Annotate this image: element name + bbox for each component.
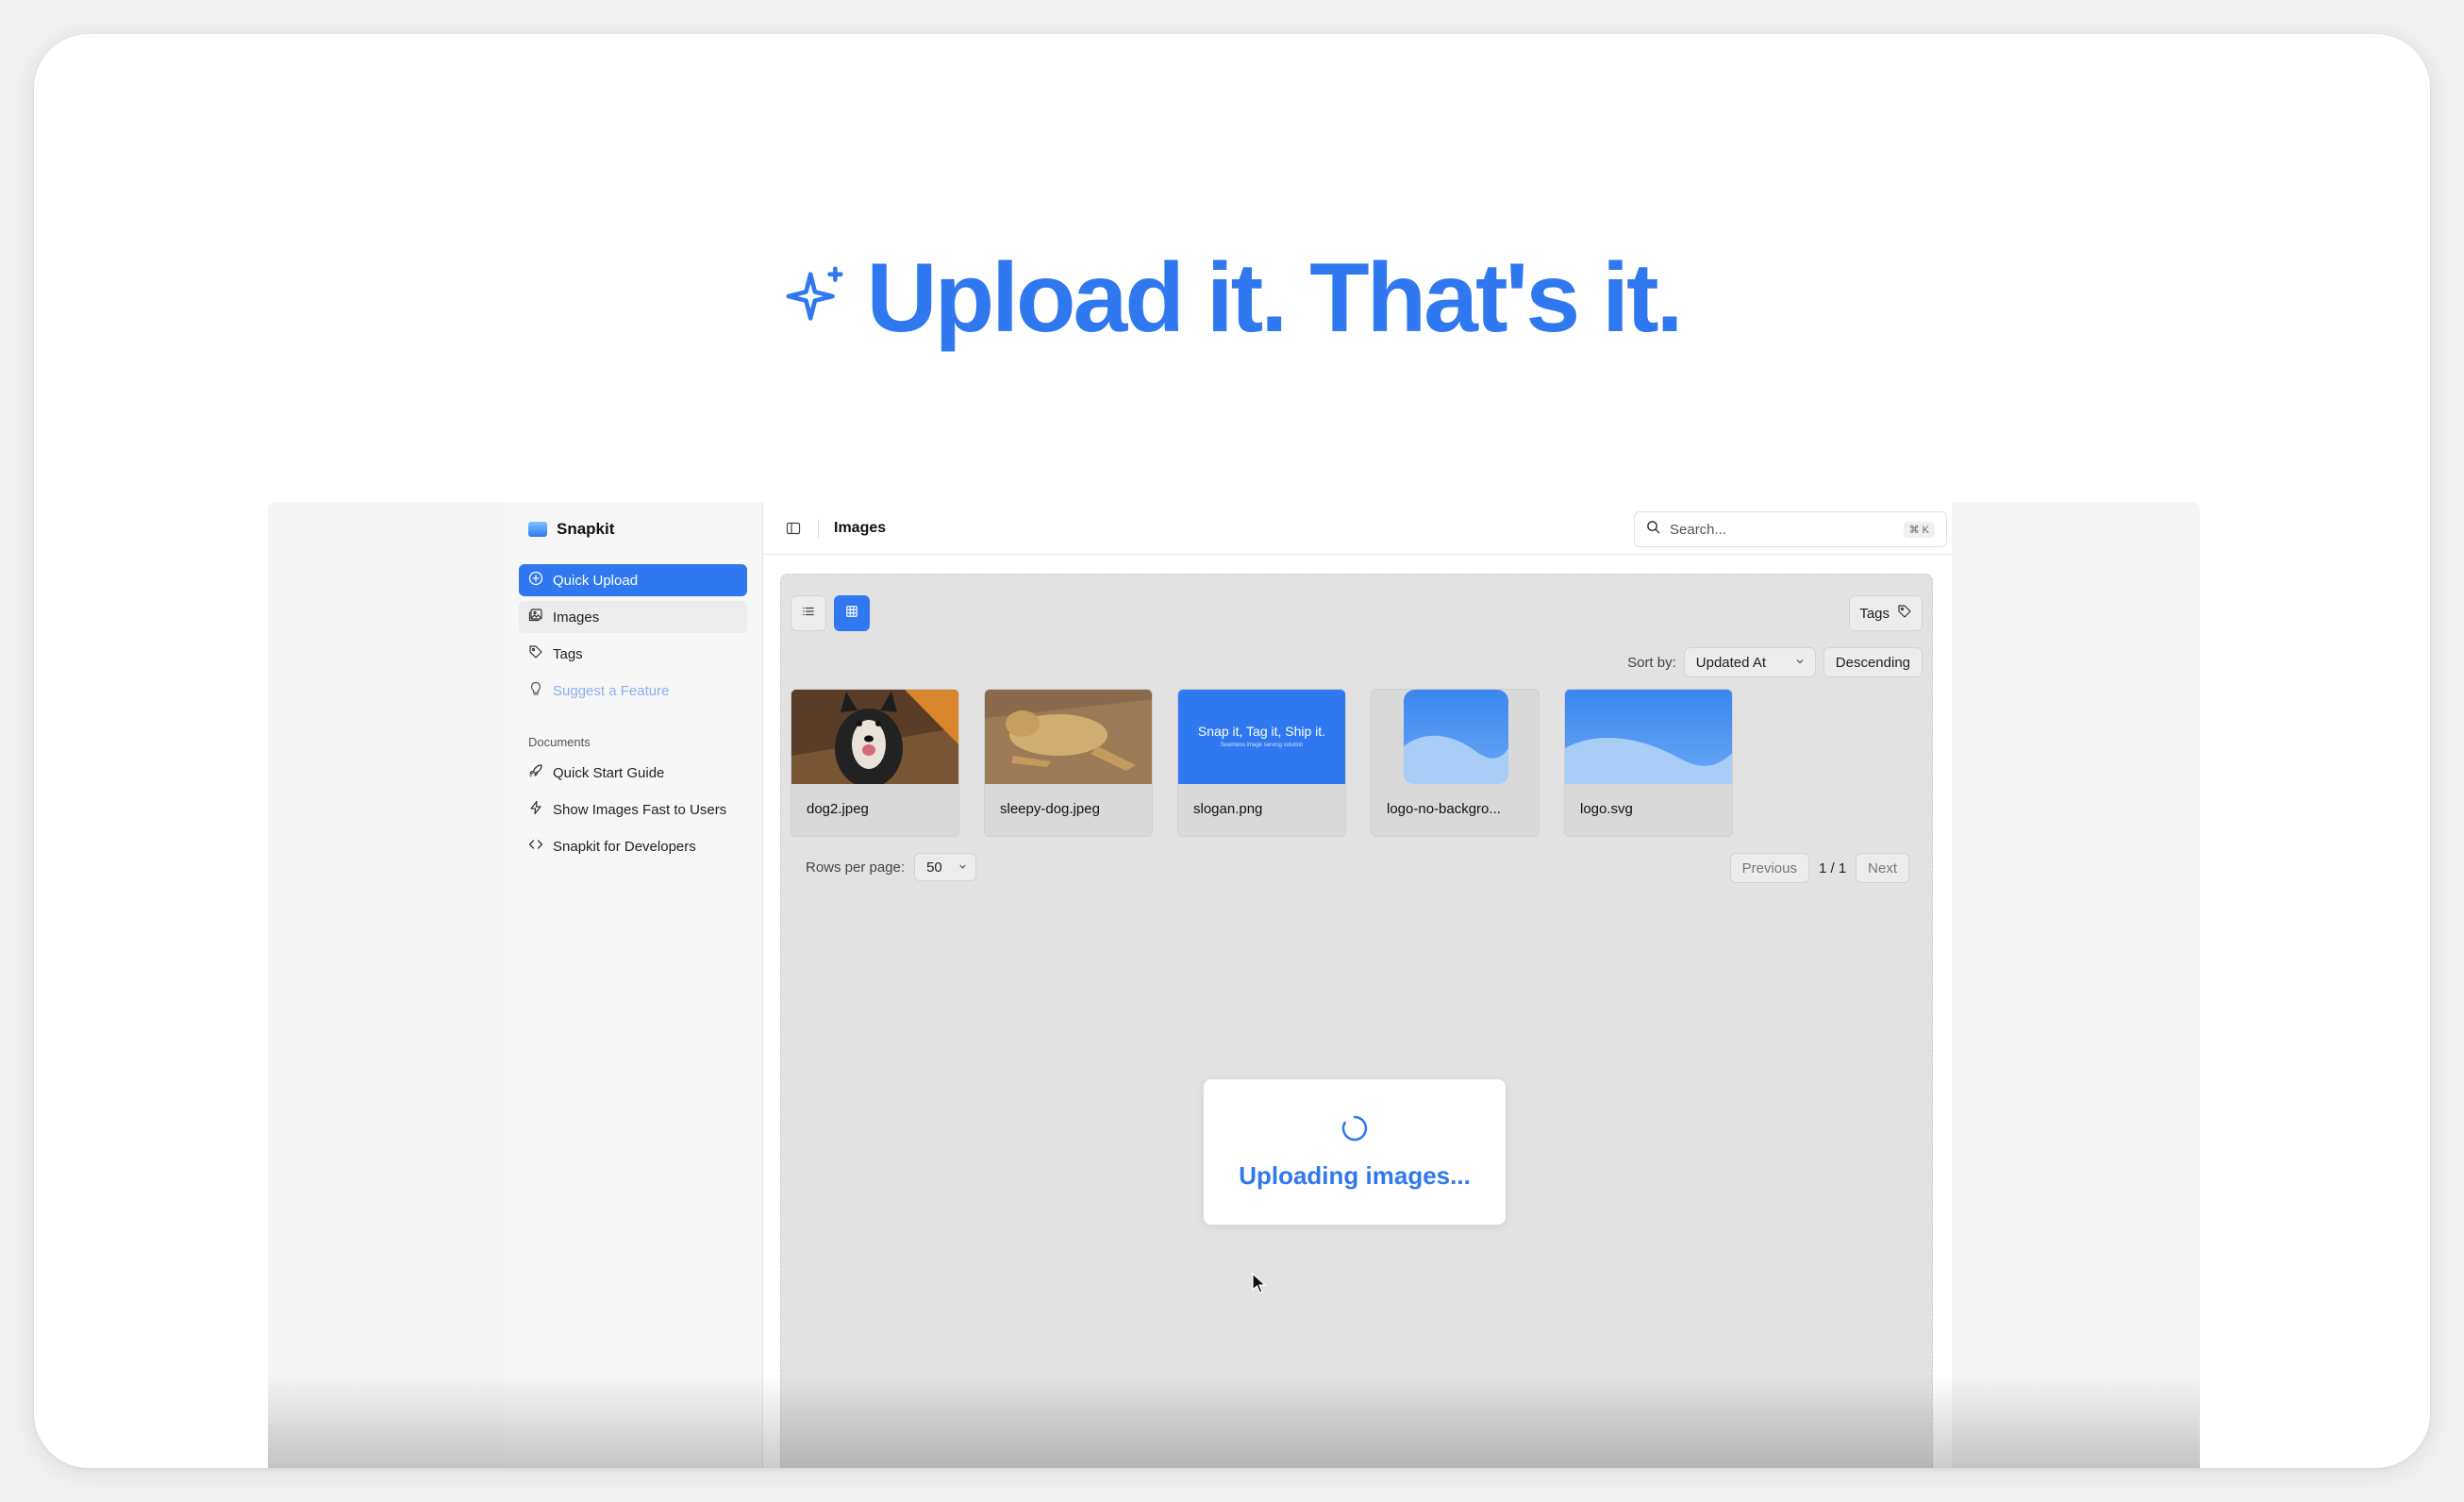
chevron-down-icon [957,859,968,876]
code-icon [528,837,543,856]
sparkle-icon [783,263,849,334]
sort-field-select[interactable]: Updated At [1683,647,1816,677]
rows-per-page-value: 50 [926,859,942,876]
image-card[interactable]: logo-no-backgro... [1371,689,1540,837]
rows-per-page: Rows per page: 50 [806,853,977,881]
sort-field-value: Updated At [1695,654,1767,671]
sidebar-item-quick-start[interactable]: Quick Start Guide [519,757,747,789]
sidebar-item-suggest-feature[interactable]: Suggest a Feature [519,675,747,707]
quick-upload-button[interactable]: Quick Upload [519,564,747,596]
app-window: Snapkit Quick Upload Images Tags Suggest… [504,502,1952,1468]
grid-view-button[interactable] [834,595,870,631]
spinner-icon [1340,1113,1370,1148]
sidebar-item-tags[interactable]: Tags [519,638,747,670]
previous-page-button[interactable]: Previous [1729,853,1809,883]
sidebar-item-label: Snapkit for Developers [553,838,696,855]
slogan-thumbnail: Snap it, Tag it, Ship it. Seamless image… [1178,690,1345,784]
list-view-button[interactable] [791,595,826,631]
sidebar-item-developers[interactable]: Snapkit for Developers [519,830,747,862]
list-icon [802,605,815,623]
upload-status-text: Uploading images... [1239,1161,1471,1190]
lightbulb-icon [528,681,543,700]
search-input[interactable]: Search... ⌘ K [1634,511,1947,547]
snapkit-logo-icon [528,522,547,537]
main-area: Images Search... ⌘ K Tags Sort by: Updat… [763,502,1952,1468]
grid-icon [845,605,858,623]
next-page-button[interactable]: Next [1856,853,1909,883]
plus-circle-icon [528,571,543,590]
app-screenshot: Snapkit Quick Upload Images Tags Suggest… [268,502,2200,1468]
page-title: Images [834,519,887,536]
page-indicator: 1 / 1 [1818,859,1847,876]
image-card[interactable]: Snap it, Tag it, Ship it. Seamless image… [1177,689,1346,837]
rows-per-page-select[interactable]: 50 [914,853,977,881]
bolt-icon [528,800,543,819]
brand[interactable]: Snapkit [519,502,747,557]
pagination: Previous 1 / 1 Next [1729,853,1909,883]
documents-section-label: Documents [528,735,591,749]
logo-no-background-thumbnail [1372,690,1539,784]
brand-name: Snapkit [557,520,615,538]
image-name: logo.svg [1580,801,1633,817]
sort-label: Sort by: [1627,654,1676,671]
rocket-icon [528,763,543,782]
hero-card: Upload it. That's it. Snapkit Quick Uplo… [34,34,2430,1468]
images-icon [528,608,543,626]
hero-header: Upload it. That's it. [34,242,2430,355]
topbar: Images Search... ⌘ K [763,502,1952,555]
search-placeholder: Search... [1670,521,1727,538]
image-grid: dog2.jpeg sleepy-dog.jpeg Snap it, Tag i… [791,689,1733,837]
image-name: dog2.jpeg [807,801,869,817]
sidebar-item-show-images-fast[interactable]: Show Images Fast to Users [519,793,747,826]
hero-title: Upload it. That's it. [866,242,1683,353]
image-name: logo-no-backgro... [1387,801,1501,817]
search-shortcut: ⌘ K [1903,521,1935,538]
sidebar-item-label: Suggest a Feature [553,682,670,699]
image-name: slogan.png [1193,801,1263,817]
slogan-subtitle: Seamless image serving solution [1220,743,1304,748]
image-card[interactable]: logo.svg [1564,689,1733,837]
quick-upload-label: Quick Upload [553,572,639,589]
sidebar-item-label: Quick Start Guide [553,764,665,781]
topbar-divider [818,518,819,538]
image-card[interactable]: dog2.jpeg [791,689,959,837]
sidebar-item-label: Show Images Fast to Users [553,801,727,818]
tags-button-label: Tags [1859,605,1890,622]
sidebar-item-label: Images [553,609,600,626]
sort-controls: Sort by: Updated At Descending [1627,646,1923,678]
image-dropzone[interactable]: Tags Sort by: Updated At Descending dog2… [780,574,1933,1468]
tag-icon [1897,604,1912,623]
sidebar-item-label: Tags [553,645,583,662]
slogan-title: Snap it, Tag it, Ship it. [1197,724,1326,739]
sidebar-item-images[interactable]: Images [519,601,747,633]
mouse-pointer-icon [1251,1272,1268,1294]
rows-per-page-label: Rows per page: [806,859,906,876]
upload-progress-dialog: Uploading images... [1204,1079,1506,1225]
image-name: sleepy-dog.jpeg [1000,801,1100,817]
search-icon [1646,520,1660,539]
dog-photo-thumbnail [791,690,958,784]
tags-filter-button[interactable]: Tags [1849,595,1923,631]
image-card[interactable]: sleepy-dog.jpeg [984,689,1153,837]
sort-order-button[interactable]: Descending [1823,647,1923,677]
sleepy-dog-thumbnail [985,690,1152,784]
sidebar-toggle-icon[interactable] [784,519,803,538]
chevron-down-icon [1794,655,1806,671]
tag-icon [528,644,543,663]
sidebar: Snapkit Quick Upload Images Tags Suggest… [504,502,763,1468]
logo-svg-thumbnail [1565,690,1732,784]
